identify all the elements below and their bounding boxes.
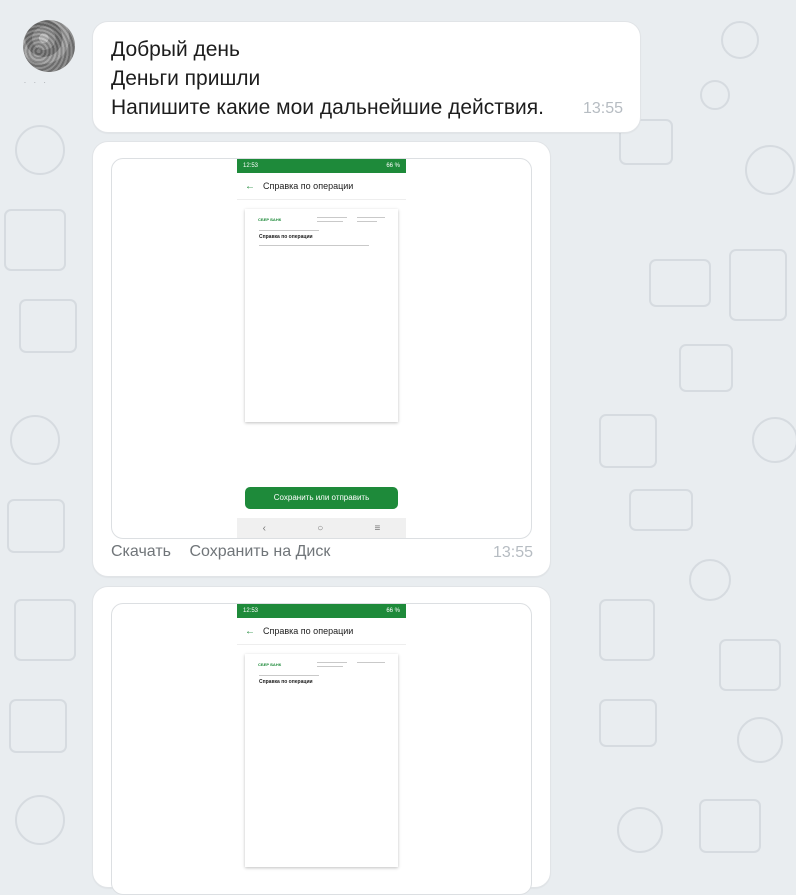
status-bar: 12:53 66 %	[237, 604, 406, 618]
save-or-send-button: Сохранить или отправить	[245, 487, 398, 509]
doc-title: Справка по операции	[259, 234, 313, 240]
arrow-left-icon: ←	[245, 625, 255, 637]
doc-logo: СБЕР БАНК	[258, 662, 282, 667]
download-link[interactable]: Скачать	[111, 543, 171, 560]
document-preview: СБЕР БАНК Справка по операции	[245, 654, 398, 867]
doc-logo: СБЕР БАНК	[258, 217, 282, 222]
doc-title: Справка по операции	[259, 679, 313, 685]
status-battery: 66 %	[386, 163, 400, 169]
sender-avatar[interactable]	[23, 20, 75, 72]
menu-icon: ≡	[374, 522, 381, 534]
image-message-time: 13:55	[493, 544, 534, 561]
document-preview: СБЕР БАНК Справка по операции	[245, 209, 398, 422]
screen-title: Справка по операции	[263, 626, 354, 636]
image-message-bubble: 12:53 66 % ← Справка по операции СБЕР БА…	[92, 141, 551, 577]
app-bar: ← Справка по операции	[237, 618, 406, 645]
status-battery: 66 %	[386, 608, 400, 614]
message-line-1: Добрый день	[111, 38, 240, 61]
image-attachment-2[interactable]: 12:53 66 % ← Справка по операции СБЕР БА…	[111, 603, 532, 895]
text-message-bubble: Добрый день Деньги пришли Напишите какие…	[92, 21, 641, 133]
screen-title: Справка по операции	[263, 181, 354, 191]
phone-screenshot-2: 12:53 66 % ← Справка по операции СБЕР БА…	[237, 604, 406, 867]
chevron-left-icon: ‹	[262, 522, 266, 534]
status-bar: 12:53 66 %	[237, 159, 406, 173]
app-bar: ← Справка по операции	[237, 173, 406, 200]
save-to-disk-link[interactable]: Сохранить на Диск	[189, 543, 330, 560]
phone-screenshot: 12:53 66 % ← Справка по операции СБЕР БА…	[237, 159, 406, 538]
avatar-caption: . . .	[24, 78, 49, 85]
message-line-2: Деньги пришли	[111, 67, 261, 90]
status-time: 12:53	[243, 163, 259, 169]
message-time: 13:55	[583, 100, 624, 117]
message-line-3: Напишите какие мои дальнейшие действия.	[111, 96, 544, 119]
image-message-bubble-2: 12:53 66 % ← Справка по операции СБЕР БА…	[92, 586, 551, 895]
arrow-left-icon: ←	[245, 180, 255, 192]
circle-icon: ○	[317, 522, 324, 534]
image-attachment[interactable]: 12:53 66 % ← Справка по операции СБЕР БА…	[111, 158, 532, 539]
image-actions: Скачать Сохранить на Диск	[111, 543, 344, 561]
phone-navbar: ‹ ○ ≡	[237, 518, 406, 538]
status-time: 12:53	[243, 608, 259, 614]
